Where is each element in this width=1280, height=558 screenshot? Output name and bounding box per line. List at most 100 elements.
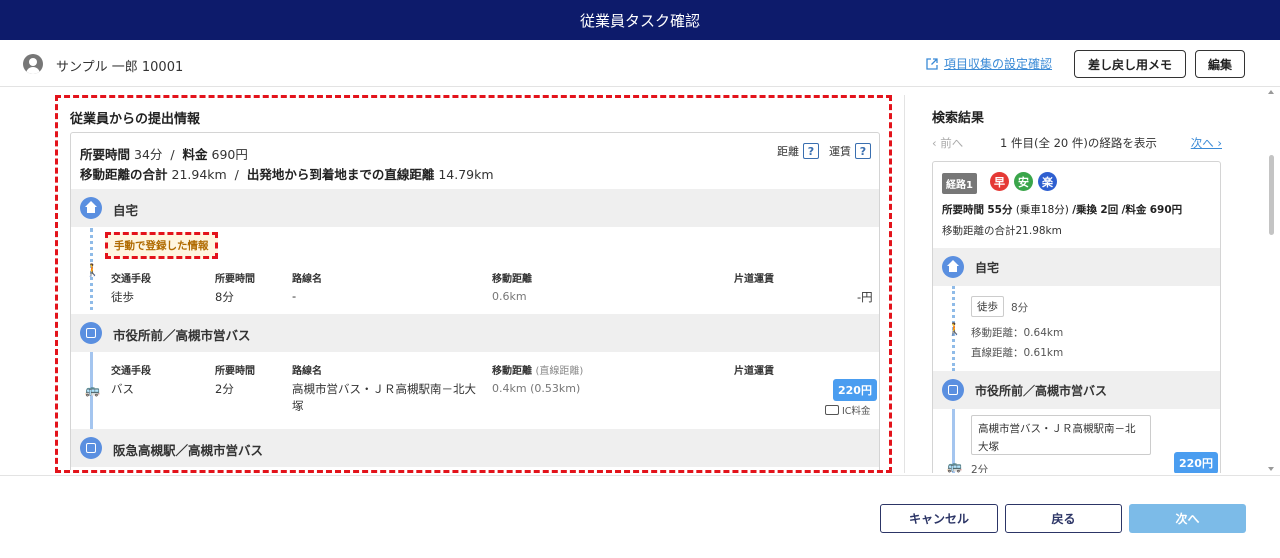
- route-fare-label: /料金: [1121, 204, 1147, 216]
- user-name: サンプル 一郎 10001: [56, 60, 184, 75]
- header-distance-label: 移動距離: [492, 366, 532, 377]
- summary-line-1: 所要時間 34分 / 料金 690円: [80, 144, 248, 163]
- route-total-distance: 移動距離の合計21.98km: [942, 225, 1062, 237]
- submission-summary: 所要時間 34分 / 料金 690円 移動距離の合計 21.94km / 出発地…: [71, 133, 879, 189]
- home-icon: [942, 256, 964, 278]
- home-icon: [80, 197, 102, 219]
- back-button[interactable]: 戻る: [1005, 504, 1122, 533]
- fare-value: 690円: [211, 147, 248, 162]
- next-button[interactable]: 次へ: [1129, 504, 1246, 533]
- route-transfer-label: /乗換: [1072, 204, 1098, 216]
- route-summary: 所要時間 55分 (乗車18分) /乗換 2回 /料金 690円: [942, 202, 1182, 217]
- settings-link-label: 項目収集の設定確認: [944, 57, 1053, 71]
- scroll-up-arrow-icon[interactable]: [1268, 90, 1274, 94]
- fastest-tag: 早: [990, 172, 1009, 191]
- bus-line-box: 高槻市営バス・ＪＲ高槻駅南－北大塚: [971, 415, 1151, 455]
- page-scrollbar[interactable]: [1266, 90, 1276, 475]
- route-station-city-hall: 市役所前／高槻市営バス: [933, 371, 1220, 409]
- edit-button[interactable]: 編集: [1195, 50, 1245, 78]
- submission-card: 所要時間 34分 / 料金 690円 移動距離の合計 21.94km / 出発地…: [70, 132, 880, 470]
- station-label: 自宅: [113, 203, 139, 218]
- station-hankyu-takatsuki: 阪急高槻駅／高槻市営バス: [71, 429, 879, 467]
- help-fare-label: 運賃: [829, 145, 851, 158]
- cheapest-tag: 安: [1014, 172, 1033, 191]
- help-fare-icon[interactable]: ?: [855, 143, 871, 159]
- route-ride: (乗車18分): [1015, 204, 1069, 216]
- route-time-label: 所要時間: [942, 204, 984, 216]
- header-time: 所要時間: [215, 366, 255, 377]
- straight-distance-value: 14.79km: [438, 167, 494, 182]
- walk-chip: 徒歩: [971, 296, 1004, 317]
- walk-distance: 移動距離：0.64km: [971, 327, 1064, 339]
- search-results-panel: 検索結果 ‹ 前へ 1 件目(全 20 件)の経路を表示 次へ › 経路1 早 …: [904, 95, 1259, 473]
- header-distance-note: (直線距離): [535, 366, 584, 377]
- route-time: 55分: [987, 204, 1013, 216]
- station-home: 自宅: [71, 189, 879, 227]
- fare-label: 料金: [182, 147, 208, 162]
- station-label: 自宅: [975, 261, 1000, 275]
- walk-straight-distance: 直線距離：0.61km: [971, 347, 1064, 359]
- segment-mode: バス: [111, 382, 134, 396]
- ic-card-icon: [825, 405, 839, 415]
- walk-time: 8分: [1011, 302, 1029, 314]
- route-fare: 690円: [1149, 204, 1183, 216]
- next-link[interactable]: 次へ ›: [1191, 135, 1222, 151]
- results-count: 1 件目(全 20 件)の経路を表示: [1000, 136, 1157, 150]
- search-results-title: 検索結果: [932, 111, 985, 126]
- bus-time: 2分: [971, 464, 989, 473]
- header-time: 所要時間: [215, 274, 255, 285]
- help-distance-icon[interactable]: ?: [803, 143, 819, 159]
- station-city-hall: 市役所前／高槻市営バス: [71, 314, 879, 352]
- walk-icon: 🚶: [947, 322, 962, 336]
- station-label: 市役所前／高槻市営バス: [113, 328, 251, 343]
- time-label: 所要時間: [80, 147, 131, 162]
- help-distance-label: 距離: [777, 145, 799, 158]
- route-badge: 経路1: [942, 173, 977, 194]
- bus-stop-icon: [80, 437, 102, 459]
- summary-line-2: 移動距離の合計 21.94km / 出発地から到着地までの直線距離 14.79k…: [80, 164, 494, 183]
- summary-separator: /: [234, 167, 239, 182]
- header-line: 路線名: [292, 274, 322, 285]
- settings-link[interactable]: 項目収集の設定確認: [926, 55, 1052, 72]
- page-title: 従業員タスク確認: [579, 11, 700, 30]
- route-card[interactable]: 経路1 早 安 楽 所要時間 55分 (乗車18分) /乗換 2回 /料金 69…: [932, 161, 1221, 473]
- bus-fare-badge: 220円: [1174, 452, 1218, 473]
- user-bar: サンプル 一郎 10001 項目収集の設定確認 差し戻し用メモ 編集: [0, 40, 1280, 87]
- manual-entry-tag: 手動で登録した情報: [105, 232, 218, 259]
- total-distance-value: 21.94km: [171, 167, 227, 182]
- segment-distance: 0.6km: [492, 290, 527, 303]
- submission-section: 従業員からの提出情報 所要時間 34分 / 料金 690円 移動距離の合計 21…: [55, 95, 892, 473]
- bus-icon: 🚌: [85, 383, 100, 397]
- header-mode: 交通手段: [111, 366, 151, 377]
- route-station-home: 自宅: [933, 248, 1220, 286]
- bus-icon: 🚌: [947, 459, 962, 473]
- straight-distance-label: 出発地から到着地までの直線距離: [246, 167, 435, 182]
- total-distance-label: 移動距離の合計: [80, 167, 168, 182]
- station-label: 阪急高槻駅／高槻市営バス: [113, 443, 264, 458]
- cancel-button[interactable]: キャンセル: [880, 504, 998, 533]
- header-distance: 移動距離: [492, 274, 532, 285]
- prev-link[interactable]: ‹ 前へ: [932, 135, 963, 151]
- fare-badge: 220円: [833, 379, 877, 401]
- user-avatar-icon: [23, 54, 43, 74]
- segment-time: 8分: [215, 290, 234, 304]
- segment-time: 2分: [215, 382, 234, 396]
- header-distance: 移動距離 (直線距離): [492, 362, 583, 377]
- walk-icon: 🚶: [85, 263, 100, 277]
- header-fare: 片道運賃: [734, 366, 774, 377]
- segment-distance: 0.4km (0.53km): [492, 382, 581, 395]
- scroll-down-arrow-icon[interactable]: [1268, 467, 1274, 471]
- header-mode: 交通手段: [111, 274, 151, 285]
- external-link-icon: [926, 57, 938, 70]
- header-line: 路線名: [292, 366, 322, 377]
- segment-fare: -円: [857, 290, 873, 304]
- summary-separator: /: [170, 147, 175, 162]
- scroll-thumb[interactable]: [1269, 155, 1274, 235]
- ic-fare-text: IC料金: [842, 406, 871, 417]
- station-label: 市役所前／高槻市営バス: [975, 384, 1108, 398]
- memo-button[interactable]: 差し戻し用メモ: [1074, 50, 1186, 78]
- easiest-tag: 楽: [1038, 172, 1057, 191]
- route-transfer: 2回: [1100, 204, 1119, 216]
- time-value: 34分: [134, 147, 163, 162]
- footer-bar: キャンセル 戻る 次へ: [0, 475, 1280, 558]
